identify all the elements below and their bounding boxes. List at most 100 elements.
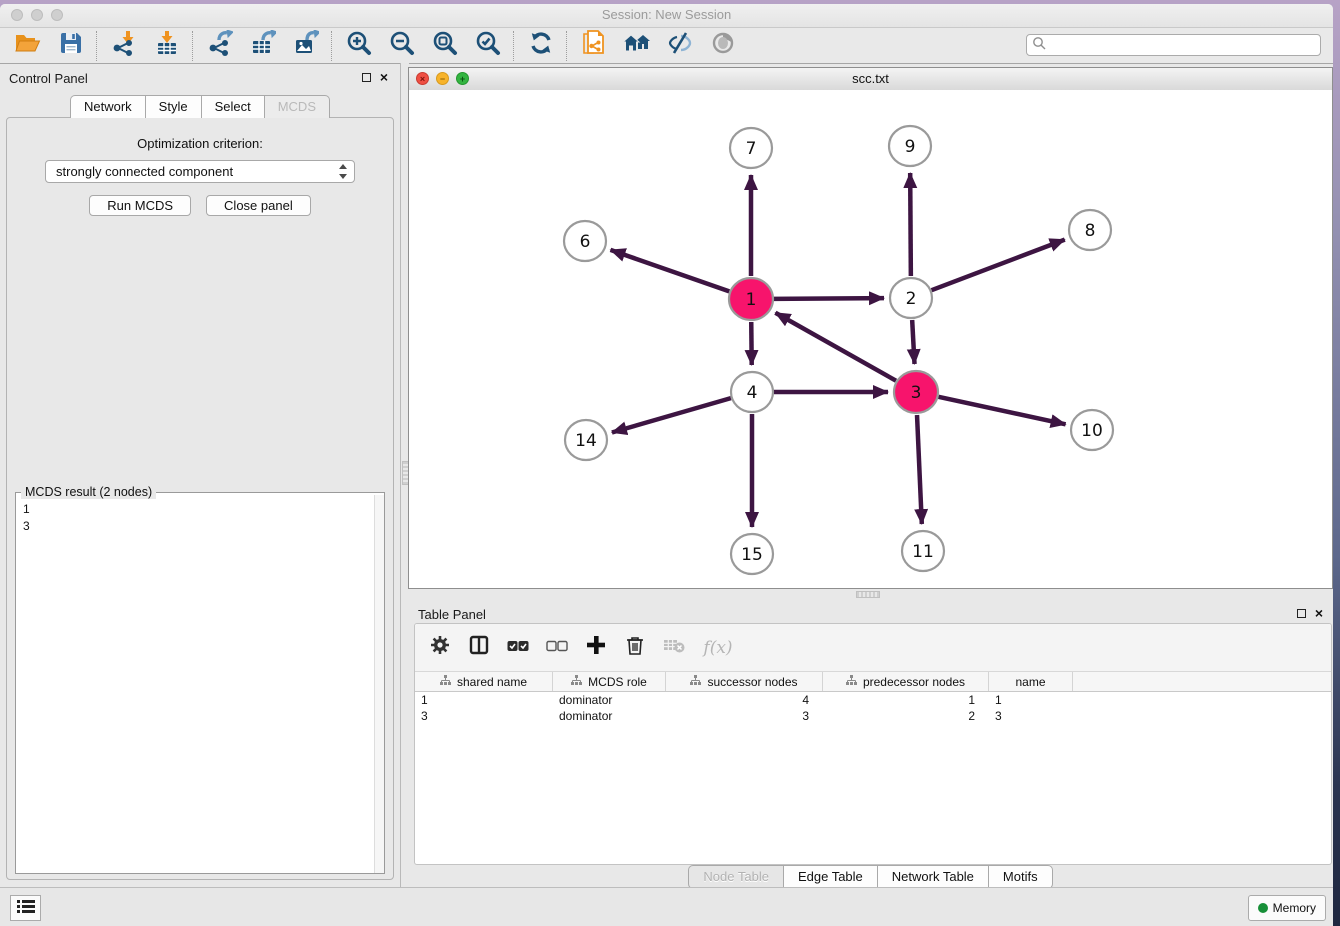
show-columns-button[interactable] — [467, 636, 491, 660]
import-network-button[interactable] — [102, 31, 145, 61]
apply-layout-button[interactable] — [519, 31, 562, 61]
close-panel-icon[interactable]: × — [380, 72, 388, 82]
close-panel-button[interactable]: Close panel — [206, 195, 311, 216]
tab-node-table[interactable]: Node Table — [688, 865, 783, 889]
column-header-successor-nodes[interactable]: successor nodes — [666, 672, 823, 691]
node-11[interactable]: 11 — [902, 531, 944, 571]
edge-3-10[interactable] — [938, 397, 1065, 424]
splitter-grip[interactable] — [856, 591, 880, 598]
node-4[interactable]: 4 — [731, 372, 773, 412]
node-3[interactable]: 3 — [894, 371, 938, 413]
edge-2-3[interactable] — [912, 320, 914, 364]
save-session-button[interactable] — [49, 31, 92, 61]
network-canvas[interactable]: 7 9 6 8 1 2 4 3 14 10 15 11 — [409, 90, 1332, 588]
tab-mcds[interactable]: MCDS — [264, 95, 330, 118]
mcds-result-list[interactable]: 1 3 — [16, 495, 375, 873]
table-row[interactable]: 3dominator323 — [415, 708, 1331, 724]
select-all-button[interactable] — [506, 636, 530, 660]
unselect-all-button[interactable] — [545, 636, 569, 660]
node-2[interactable]: 2 — [890, 278, 932, 318]
close-panel-icon[interactable]: × — [1315, 608, 1323, 618]
hide-details-button[interactable] — [658, 31, 701, 61]
tab-network[interactable]: Network — [70, 95, 145, 118]
function-builder-button[interactable]: f(x) — [701, 636, 735, 660]
node-7[interactable]: 7 — [730, 128, 772, 168]
network-minimize-button[interactable]: − — [436, 72, 449, 85]
save-icon — [59, 31, 83, 60]
node-6[interactable]: 6 — [564, 221, 606, 261]
table-settings-button[interactable] — [428, 636, 452, 660]
table-row[interactable]: 1dominator411 — [415, 692, 1331, 708]
column-header-predecessor-nodes[interactable]: predecessor nodes — [823, 672, 989, 691]
edge-1-2[interactable] — [774, 298, 884, 299]
criterion-select[interactable]: strongly connected component — [45, 160, 355, 183]
search-input[interactable] — [1046, 36, 1320, 54]
zoom-in-button[interactable] — [337, 31, 380, 61]
column-header-name[interactable]: name — [989, 672, 1073, 691]
node-label: 6 — [580, 232, 591, 252]
memory-button[interactable]: Memory — [1248, 895, 1326, 921]
export-table-button[interactable] — [241, 31, 284, 61]
table-cell[interactable]: 1 — [989, 692, 1073, 708]
float-panel-icon[interactable] — [1297, 609, 1306, 618]
delete-table-button[interactable] — [662, 636, 686, 660]
show-details-button[interactable] — [701, 31, 744, 61]
network-window-title: scc.txt — [409, 68, 1332, 89]
table-cell[interactable]: dominator — [553, 692, 666, 708]
edge-2-9[interactable] — [910, 173, 911, 276]
edge-1-6[interactable] — [610, 250, 729, 292]
tab-network-table[interactable]: Network Table — [877, 865, 988, 889]
float-panel-icon[interactable] — [362, 73, 371, 82]
table-cell[interactable]: 1 — [415, 692, 553, 708]
table-cell[interactable]: 2 — [823, 708, 989, 724]
table-cell[interactable]: 1 — [823, 692, 989, 708]
edge-3-11[interactable] — [917, 415, 922, 524]
node-8[interactable]: 8 — [1069, 210, 1111, 250]
export-image-button[interactable] — [284, 31, 327, 61]
edge-3-1[interactable] — [775, 313, 896, 381]
table-cell[interactable]: dominator — [553, 708, 666, 724]
tab-style[interactable]: Style — [145, 95, 201, 118]
table-cell[interactable]: 3 — [666, 708, 823, 724]
export-network-icon — [207, 30, 233, 61]
delete-column-button[interactable] — [623, 636, 647, 660]
home-button[interactable] — [615, 31, 658, 61]
open-session-button[interactable] — [6, 31, 49, 61]
zoom-window-button[interactable] — [51, 9, 63, 21]
export-network-button[interactable] — [198, 31, 241, 61]
network-window-titlebar[interactable]: × − + scc.txt — [409, 68, 1332, 91]
node-9[interactable]: 9 — [889, 126, 931, 166]
new-network-button[interactable] — [572, 31, 615, 61]
toolbar-search[interactable] — [1026, 34, 1321, 56]
node-14[interactable]: 14 — [565, 420, 607, 460]
table-cell[interactable]: 3 — [415, 708, 553, 724]
column-header-shared-name[interactable]: shared name — [415, 672, 553, 691]
task-history-button[interactable] — [10, 895, 41, 921]
run-mcds-button[interactable]: Run MCDS — [89, 195, 191, 216]
zoom-out-button[interactable] — [380, 31, 423, 61]
zoom-selected-button[interactable] — [466, 31, 509, 61]
create-column-button[interactable] — [584, 636, 608, 660]
horizontal-splitter[interactable] — [408, 589, 1333, 599]
import-table-button[interactable] — [145, 31, 188, 61]
node-10[interactable]: 10 — [1071, 410, 1113, 450]
minimize-window-button[interactable] — [31, 9, 43, 21]
tab-edge-table[interactable]: Edge Table — [783, 865, 877, 889]
node-table[interactable]: shared nameMCDS rolesuccessor nodesprede… — [415, 671, 1331, 724]
tab-select[interactable]: Select — [201, 95, 264, 118]
node-1[interactable]: 1 — [729, 278, 773, 320]
window-titlebar[interactable]: Session: New Session — [0, 4, 1333, 28]
close-window-button[interactable] — [11, 9, 23, 21]
network-zoom-button[interactable]: + — [456, 72, 469, 85]
result-scrollbar[interactable] — [374, 495, 384, 873]
network-close-button[interactable]: × — [416, 72, 429, 85]
tab-motifs[interactable]: Motifs — [988, 865, 1053, 889]
edge-4-14[interactable] — [612, 398, 731, 432]
network-graph[interactable]: 7 9 6 8 1 2 4 3 14 10 15 11 — [409, 90, 1333, 589]
table-cell[interactable]: 3 — [989, 708, 1073, 724]
column-header-MCDS-role[interactable]: MCDS role — [553, 672, 666, 691]
node-15[interactable]: 15 — [731, 534, 773, 574]
table-cell[interactable]: 4 — [666, 692, 823, 708]
zoom-fit-button[interactable] — [423, 31, 466, 61]
edge-2-8[interactable] — [932, 240, 1065, 291]
